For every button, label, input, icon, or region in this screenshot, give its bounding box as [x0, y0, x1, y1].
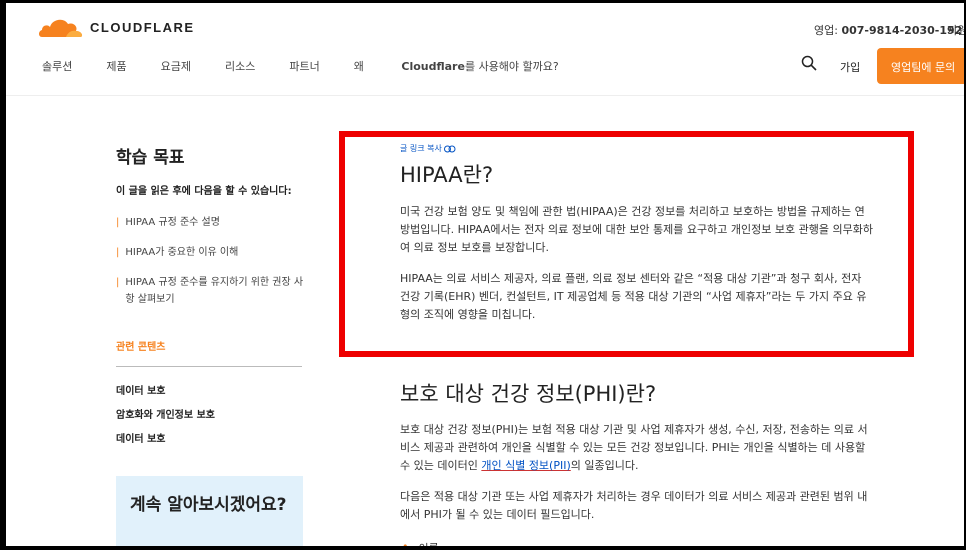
search-icon[interactable]: [801, 55, 817, 75]
nav-item-solutions[interactable]: 솔루션: [42, 58, 72, 74]
header-divider: [6, 95, 964, 96]
browser-viewport: CLOUDFLARE 영업: 007-9814-2030-192 지원 솔루션 …: [6, 3, 964, 546]
related-link-data-protection-2[interactable]: 데이터 보호: [116, 430, 306, 445]
objectives-lead: 이 글을 읽은 후에 다음을 할 수 있습니다:: [116, 186, 292, 197]
paragraph: 다음은 적용 대상 기관 또는 사업 제휴자가 처리하는 경우 데이터가 의료 …: [400, 490, 868, 521]
contact-sales-button[interactable]: 영업팀에 문의: [877, 48, 964, 84]
nav-item-products[interactable]: 제품: [106, 58, 126, 74]
brand-name: CLOUDFLARE: [90, 19, 195, 35]
promo-heading: 계속 알아보시겠어요?: [130, 495, 287, 515]
related-content-title: 관련 콘텐츠: [116, 338, 302, 367]
highlight-box: [339, 131, 914, 357]
nav-item-resources[interactable]: 리소스: [225, 58, 255, 74]
related-link-encryption-privacy[interactable]: 암호화와 개인정보 보호: [116, 406, 306, 421]
sales-phone[interactable]: 영업: 007-9814-2030-192: [814, 22, 962, 38]
objectives-title: 학습 목표: [116, 148, 185, 168]
list-item: •이름: [400, 540, 874, 546]
related-link-data-protection[interactable]: 데이터 보호: [116, 382, 306, 397]
objective-item: | HIPAA 규정 준수 설명: [116, 217, 220, 228]
objective-item: | HIPAA 규정 준수를 유지하기 위한 권장 사항 살펴보기: [116, 277, 304, 305]
nav-item-why-cloudflare[interactable]: 왜 Cloudflare를 사용해야 할까요?: [354, 58, 593, 74]
pii-link[interactable]: 개인 식별 정보(PII): [481, 459, 570, 472]
objective-item: | HIPAA가 중요한 이유 이해: [116, 247, 239, 258]
nav-item-plans[interactable]: 요금제: [161, 58, 191, 74]
support-link[interactable]: 지원: [947, 22, 964, 38]
nav-item-partners[interactable]: 파트너: [289, 58, 319, 74]
signup-link[interactable]: 가입: [840, 59, 860, 75]
cloudflare-logo[interactable]: CLOUDFLARE: [36, 15, 195, 39]
paragraph: 보호 대상 건강 정보(PHI)는 보험 적용 대상 기관 및 사업 제휴자가 …: [400, 423, 868, 472]
main-nav: 솔루션 제품 요금제 리소스 파트너 왜 Cloudflare를 사용해야 할까…: [42, 58, 627, 74]
cloud-icon: [39, 19, 83, 37]
learning-objectives: 학습 목표 이 글을 읽은 후에 다음을 할 수 있습니다: | HIPAA 규정…: [116, 143, 306, 454]
heading-what-is-phi: 보호 대상 건강 정보(PHI)란?: [400, 382, 657, 406]
learn-more-promo[interactable]: 계속 알아보시겠어요?: [116, 476, 303, 546]
